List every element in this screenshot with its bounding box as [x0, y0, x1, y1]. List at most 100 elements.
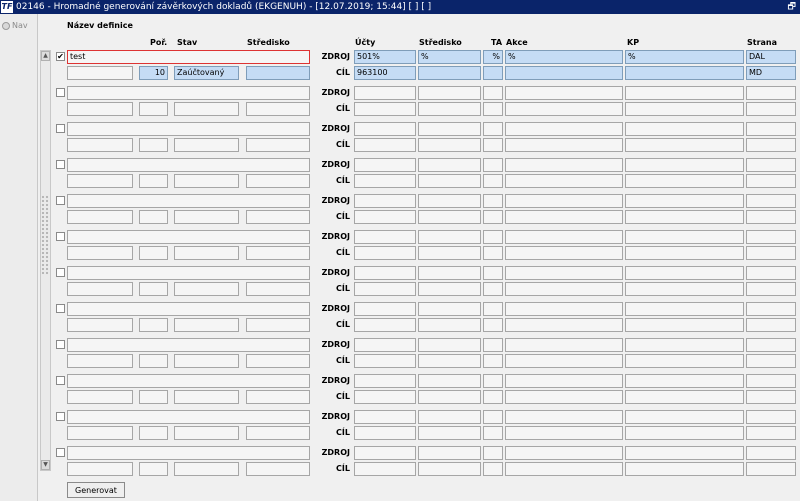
zdroj-ucty-field[interactable] — [354, 302, 416, 316]
por-field[interactable]: 10 — [139, 66, 168, 80]
cil-ucty-field[interactable] — [354, 354, 416, 368]
record-blank-field[interactable] — [67, 318, 133, 332]
stredisko-left-field[interactable] — [246, 246, 310, 260]
zdroj-ta-field[interactable] — [483, 230, 503, 244]
zdroj-strana-field[interactable] — [746, 302, 796, 316]
record-checkbox[interactable] — [56, 376, 65, 385]
record-checkbox[interactable] — [56, 448, 65, 457]
zdroj-akce-field[interactable] — [505, 302, 623, 316]
zdroj-stredisko-field[interactable] — [418, 302, 481, 316]
cil-stredisko-field[interactable] — [418, 246, 481, 260]
cil-akce-field[interactable] — [505, 282, 623, 296]
zdroj-ta-field[interactable] — [483, 446, 503, 460]
cil-stredisko-field[interactable] — [418, 174, 481, 188]
cil-strana-field[interactable] — [746, 174, 796, 188]
cil-stredisko-field[interactable] — [418, 138, 481, 152]
cil-akce-field[interactable] — [505, 318, 623, 332]
cil-strana-field[interactable] — [746, 462, 796, 476]
zdroj-strana-field[interactable] — [746, 122, 796, 136]
nazev-definice-field[interactable] — [67, 194, 310, 208]
zdroj-strana-field[interactable] — [746, 158, 796, 172]
record-checkbox[interactable] — [56, 304, 65, 313]
cil-ta-field[interactable] — [483, 282, 503, 296]
cil-ucty-field[interactable] — [354, 138, 416, 152]
cil-ta-field[interactable] — [483, 138, 503, 152]
stav-field[interactable] — [174, 282, 239, 296]
cil-akce-field[interactable] — [505, 354, 623, 368]
record-blank-field[interactable] — [67, 354, 133, 368]
zdroj-stredisko-field[interactable] — [418, 122, 481, 136]
por-field[interactable] — [139, 174, 168, 188]
zdroj-ta-field[interactable] — [483, 302, 503, 316]
stav-field[interactable] — [174, 246, 239, 260]
cil-strana-field[interactable] — [746, 138, 796, 152]
zdroj-ucty-field[interactable] — [354, 410, 416, 424]
stredisko-left-field[interactable] — [246, 138, 310, 152]
stav-field[interactable] — [174, 462, 239, 476]
nazev-definice-field[interactable] — [67, 410, 310, 424]
zdroj-strana-field[interactable] — [746, 194, 796, 208]
por-field[interactable] — [139, 354, 168, 368]
zdroj-stredisko-field[interactable] — [418, 158, 481, 172]
zdroj-kp-field[interactable] — [625, 122, 744, 136]
stredisko-left-field[interactable] — [246, 102, 310, 116]
zdroj-akce-field[interactable] — [505, 158, 623, 172]
zdroj-ucty-field[interactable] — [354, 446, 416, 460]
zdroj-ta-field[interactable] — [483, 122, 503, 136]
stav-field[interactable] — [174, 390, 239, 404]
por-field[interactable] — [139, 390, 168, 404]
zdroj-akce-field[interactable] — [505, 194, 623, 208]
cil-ucty-field[interactable] — [354, 174, 416, 188]
zdroj-stredisko-field[interactable] — [418, 374, 481, 388]
zdroj-ta-field[interactable]: % — [483, 50, 503, 64]
record-blank-field[interactable] — [67, 210, 133, 224]
zdroj-ta-field[interactable] — [483, 410, 503, 424]
cil-akce-field[interactable] — [505, 462, 623, 476]
cil-strana-field[interactable] — [746, 390, 796, 404]
record-checkbox[interactable] — [56, 160, 65, 169]
cil-ucty-field[interactable] — [354, 426, 416, 440]
record-checkbox[interactable] — [56, 196, 65, 205]
stredisko-left-field[interactable] — [246, 462, 310, 476]
record-blank-field[interactable] — [67, 426, 133, 440]
zdroj-kp-field[interactable] — [625, 410, 744, 424]
zdroj-ucty-field[interactable] — [354, 86, 416, 100]
record-checkbox[interactable] — [56, 88, 65, 97]
cil-akce-field[interactable] — [505, 138, 623, 152]
zdroj-ta-field[interactable] — [483, 194, 503, 208]
zdroj-ucty-field[interactable] — [354, 266, 416, 280]
zdroj-ucty-field[interactable] — [354, 338, 416, 352]
cil-kp-field[interactable] — [625, 318, 744, 332]
zdroj-ucty-field[interactable] — [354, 122, 416, 136]
zdroj-strana-field[interactable] — [746, 266, 796, 280]
zdroj-strana-field[interactable] — [746, 446, 796, 460]
zdroj-akce-field[interactable] — [505, 446, 623, 460]
cil-akce-field[interactable] — [505, 246, 623, 260]
stav-field[interactable] — [174, 138, 239, 152]
zdroj-akce-field[interactable] — [505, 86, 623, 100]
stredisko-left-field[interactable] — [246, 282, 310, 296]
cil-kp-field[interactable] — [625, 426, 744, 440]
por-field[interactable] — [139, 210, 168, 224]
nazev-definice-field[interactable] — [67, 446, 310, 460]
cil-ta-field[interactable] — [483, 210, 503, 224]
zdroj-ta-field[interactable] — [483, 338, 503, 352]
record-checkbox[interactable]: ✔ — [56, 52, 65, 61]
zdroj-akce-field[interactable] — [505, 410, 623, 424]
cil-akce-field[interactable] — [505, 102, 623, 116]
cil-ta-field[interactable] — [483, 462, 503, 476]
cil-kp-field[interactable] — [625, 246, 744, 260]
cil-stredisko-field[interactable] — [418, 282, 481, 296]
cil-strana-field[interactable] — [746, 426, 796, 440]
zdroj-strana-field[interactable]: DAL — [746, 50, 796, 64]
zdroj-ucty-field[interactable] — [354, 374, 416, 388]
zdroj-kp-field[interactable] — [625, 446, 744, 460]
nazev-definice-field[interactable] — [67, 86, 310, 100]
stav-field[interactable] — [174, 210, 239, 224]
cil-stredisko-field[interactable] — [418, 426, 481, 440]
generovat-button[interactable]: Generovat — [67, 482, 125, 498]
cil-akce-field[interactable] — [505, 390, 623, 404]
cil-ta-field[interactable] — [483, 426, 503, 440]
por-field[interactable] — [139, 138, 168, 152]
cil-ta-field[interactable] — [483, 318, 503, 332]
